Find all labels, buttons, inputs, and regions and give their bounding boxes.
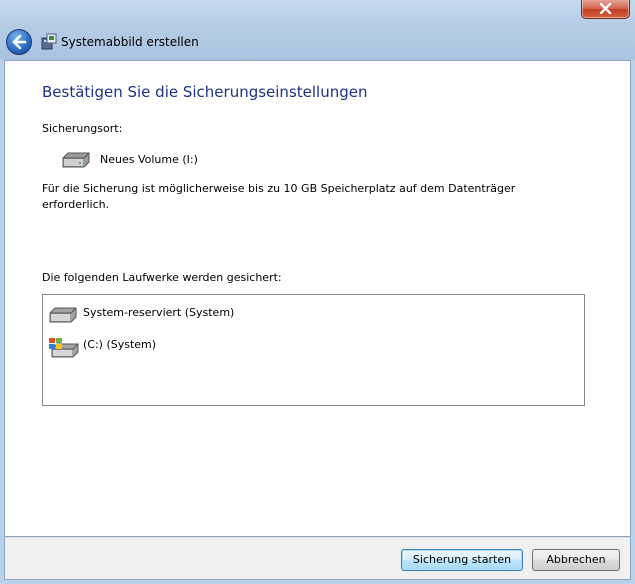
- window-frame: [0, 0, 635, 60]
- drives-list-label: Die folgenden Laufwerke werden gesichert…: [42, 271, 282, 284]
- close-icon: [599, 3, 612, 14]
- drive-name: (C:) (System): [83, 338, 157, 351]
- list-item[interactable]: System-reserviert (System): [47, 305, 347, 323]
- hard-drive-icon: [49, 307, 77, 323]
- drives-list[interactable]: System-reserviert (System) (C:) (System): [42, 294, 585, 406]
- back-button[interactable]: [6, 29, 32, 55]
- hard-drive-icon: [62, 152, 90, 168]
- page-heading: Bestätigen Sie die Sicherungseinstellung…: [42, 83, 368, 101]
- wizard-content: Bestätigen Sie die Sicherungseinstellung…: [4, 60, 631, 537]
- list-item[interactable]: (C:) (System): [47, 337, 347, 359]
- space-description: Für die Sicherung ist möglicherweise bis…: [42, 182, 516, 211]
- close-button[interactable]: [581, 0, 630, 19]
- wizard-footer: Sicherung starten Abbrechen: [4, 537, 631, 580]
- backup-app-icon: [41, 33, 57, 50]
- cancel-button[interactable]: Abbrechen: [532, 549, 620, 571]
- backup-location-drive: Neues Volume (I:): [100, 153, 198, 166]
- back-arrow-icon: [12, 34, 27, 50]
- drive-name: System-reserviert (System): [83, 306, 235, 319]
- backup-location-label: Sicherungsort:: [42, 122, 123, 135]
- windows-drive-icon: [49, 338, 79, 358]
- start-backup-button[interactable]: Sicherung starten: [401, 549, 523, 571]
- window-title: Systemabbild erstellen: [61, 35, 199, 49]
